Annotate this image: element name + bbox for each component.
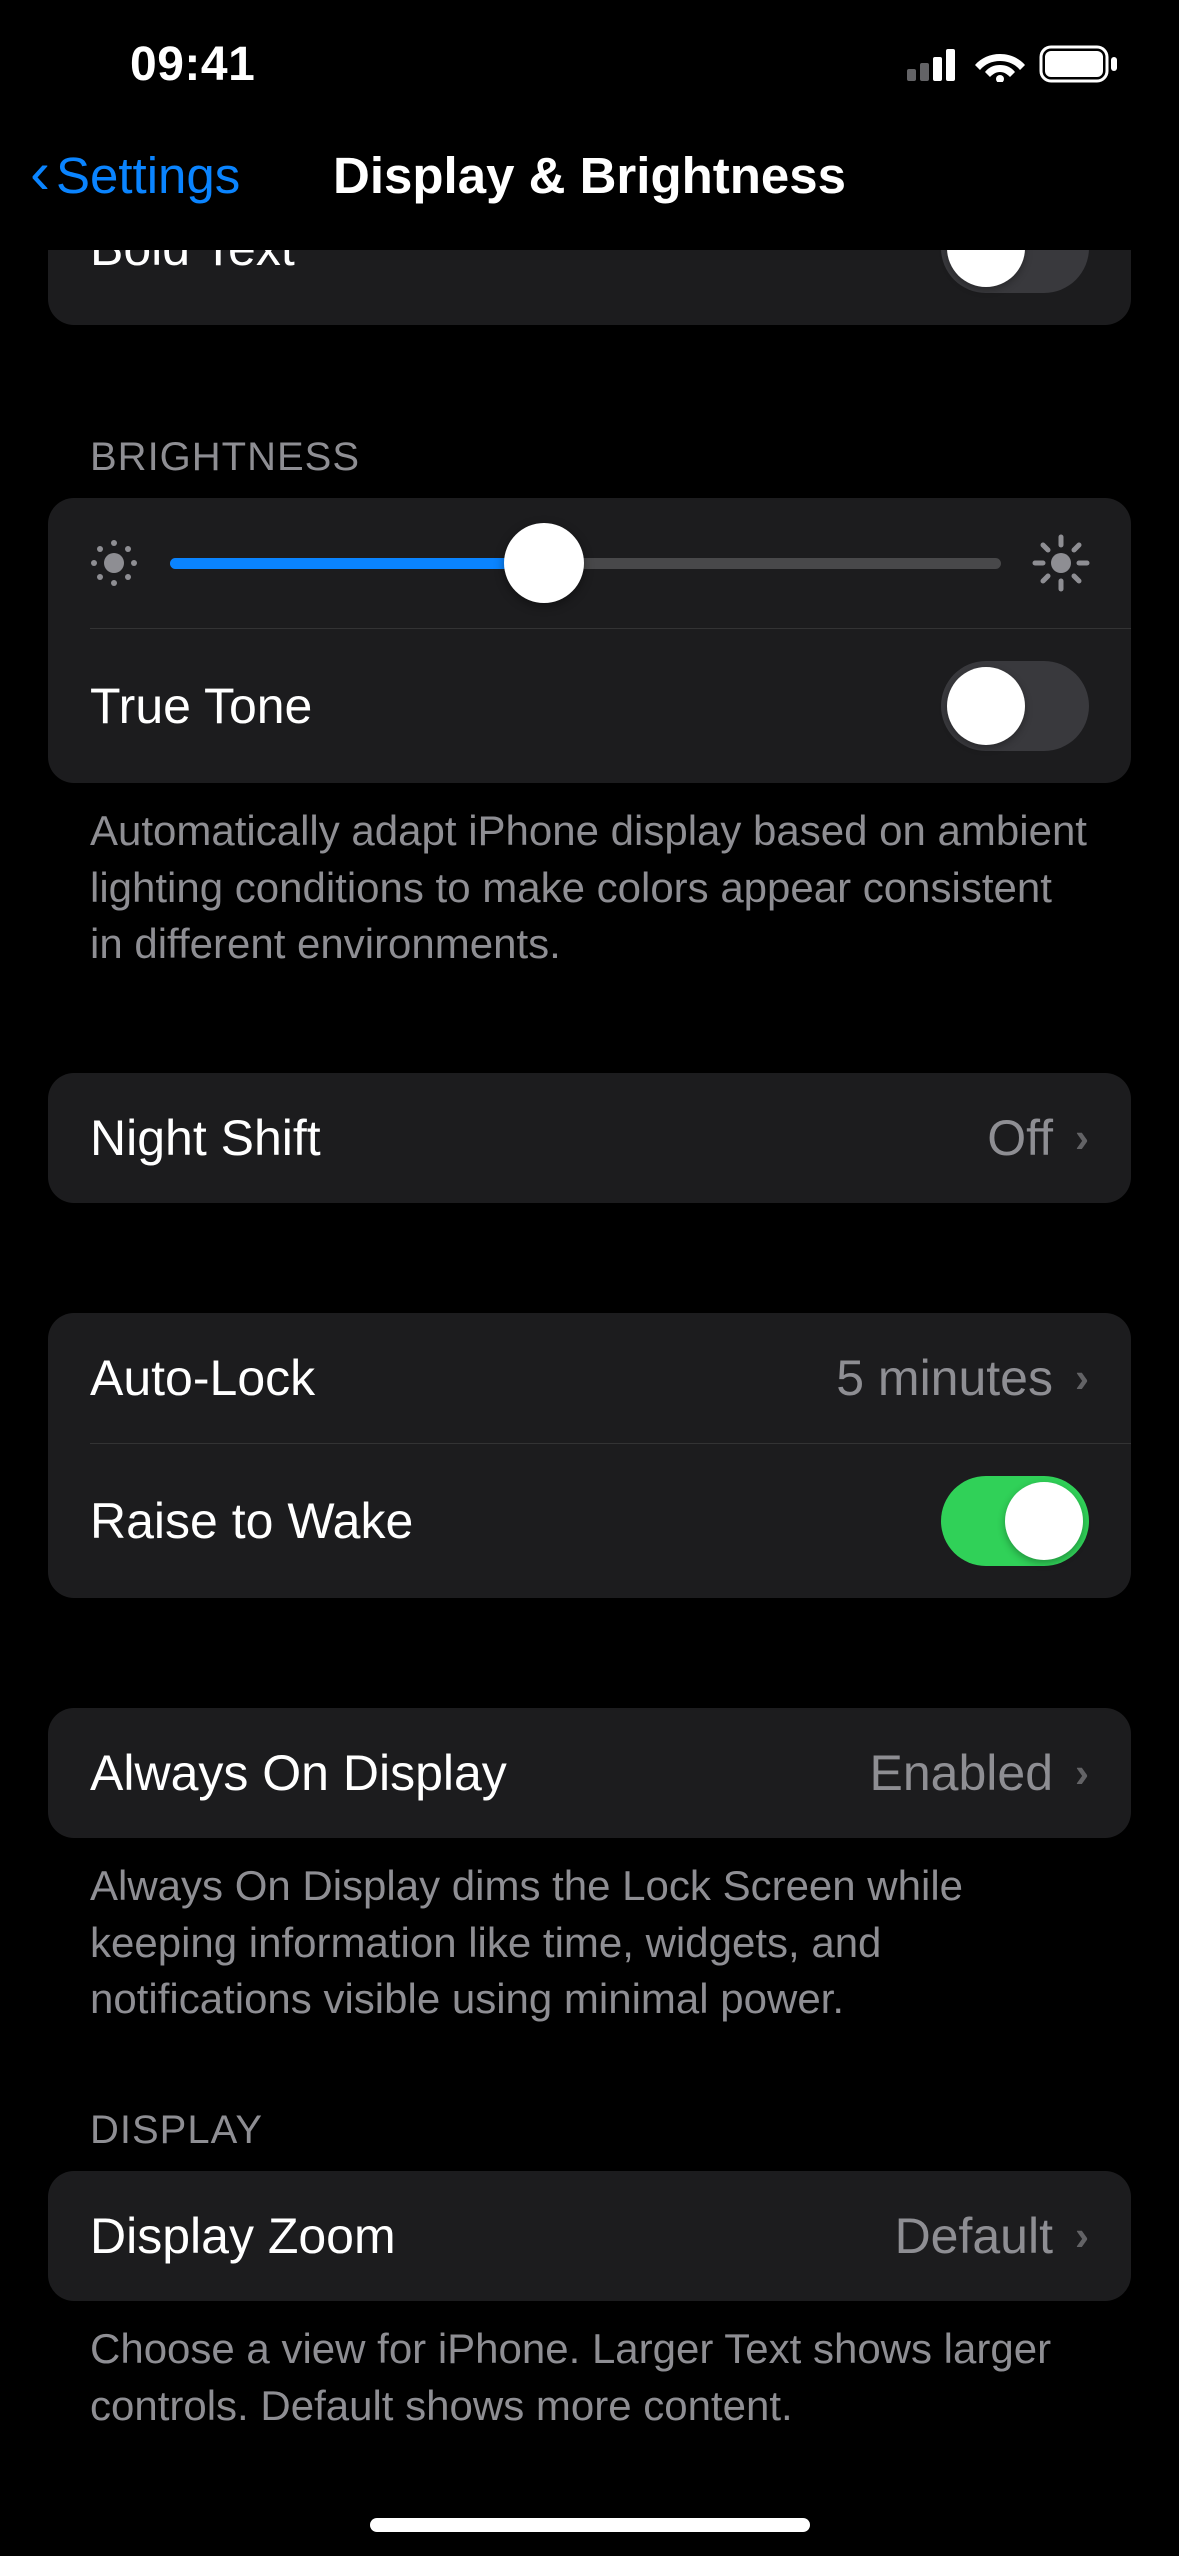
chevron-right-icon: › <box>1075 1354 1089 1402</box>
chevron-left-icon: ‹ <box>30 138 50 207</box>
lock-group: Auto-Lock 5 minutes › Raise to Wake <box>48 1313 1131 1598</box>
sun-bright-icon <box>1031 533 1091 593</box>
auto-lock-label: Auto-Lock <box>90 1349 315 1407</box>
bold-text-row[interactable]: Bold Text <box>48 250 1131 325</box>
night-shift-row[interactable]: Night Shift Off › <box>48 1073 1131 1203</box>
true-tone-row[interactable]: True Tone <box>48 629 1131 783</box>
appearance-group: Bold Text <box>48 250 1131 325</box>
display-zoom-value: Default <box>895 2207 1053 2265</box>
raise-to-wake-label: Raise to Wake <box>90 1492 413 1550</box>
display-group: Display Zoom Default › <box>48 2171 1131 2301</box>
always-on-value: Enabled <box>870 1744 1054 1802</box>
always-on-footer: Always On Display dims the Lock Screen w… <box>48 1838 1131 2028</box>
status-bar: 09:41 <box>0 0 1179 100</box>
auto-lock-value: 5 minutes <box>836 1349 1053 1407</box>
chevron-right-icon: › <box>1075 2212 1089 2260</box>
chevron-right-icon: › <box>1075 1114 1089 1162</box>
back-label: Settings <box>56 146 240 205</box>
always-on-group: Always On Display Enabled › <box>48 1708 1131 1838</box>
page-title: Display & Brightness <box>333 146 846 205</box>
raise-to-wake-row[interactable]: Raise to Wake <box>48 1444 1131 1598</box>
display-zoom-row[interactable]: Display Zoom Default › <box>48 2171 1131 2301</box>
back-button[interactable]: ‹ Settings <box>30 144 240 207</box>
nav-header: ‹ Settings Display & Brightness <box>0 100 1179 250</box>
status-icons <box>907 45 1119 83</box>
night-shift-group: Night Shift Off › <box>48 1073 1131 1203</box>
night-shift-label: Night Shift <box>90 1109 321 1167</box>
brightness-slider-row <box>48 498 1131 628</box>
always-on-label: Always On Display <box>90 1744 507 1802</box>
always-on-display-row[interactable]: Always On Display Enabled › <box>48 1708 1131 1838</box>
raise-to-wake-toggle[interactable] <box>941 1476 1089 1566</box>
true-tone-toggle[interactable] <box>941 661 1089 751</box>
chevron-right-icon: › <box>1075 1749 1089 1797</box>
brightness-group: True Tone <box>48 498 1131 783</box>
home-indicator[interactable] <box>370 2518 810 2532</box>
display-zoom-label: Display Zoom <box>90 2207 396 2265</box>
cellular-signal-icon <box>907 47 961 81</box>
display-header: DISPLAY <box>48 2108 1131 2171</box>
brightness-slider[interactable] <box>170 558 1001 569</box>
bold-text-label: Bold Text <box>90 250 295 277</box>
brightness-footer: Automatically adapt iPhone display based… <box>48 783 1131 973</box>
sun-dim-icon <box>88 537 140 589</box>
auto-lock-row[interactable]: Auto-Lock 5 minutes › <box>48 1313 1131 1443</box>
status-time: 09:41 <box>130 37 255 92</box>
brightness-slider-thumb[interactable] <box>504 523 584 603</box>
bold-text-toggle[interactable] <box>941 250 1089 293</box>
battery-icon <box>1039 45 1119 83</box>
night-shift-value: Off <box>987 1109 1053 1167</box>
true-tone-label: True Tone <box>90 677 312 735</box>
display-footer: Choose a view for iPhone. Larger Text sh… <box>48 2301 1131 2434</box>
wifi-icon <box>975 46 1025 82</box>
brightness-header: BRIGHTNESS <box>48 435 1131 498</box>
